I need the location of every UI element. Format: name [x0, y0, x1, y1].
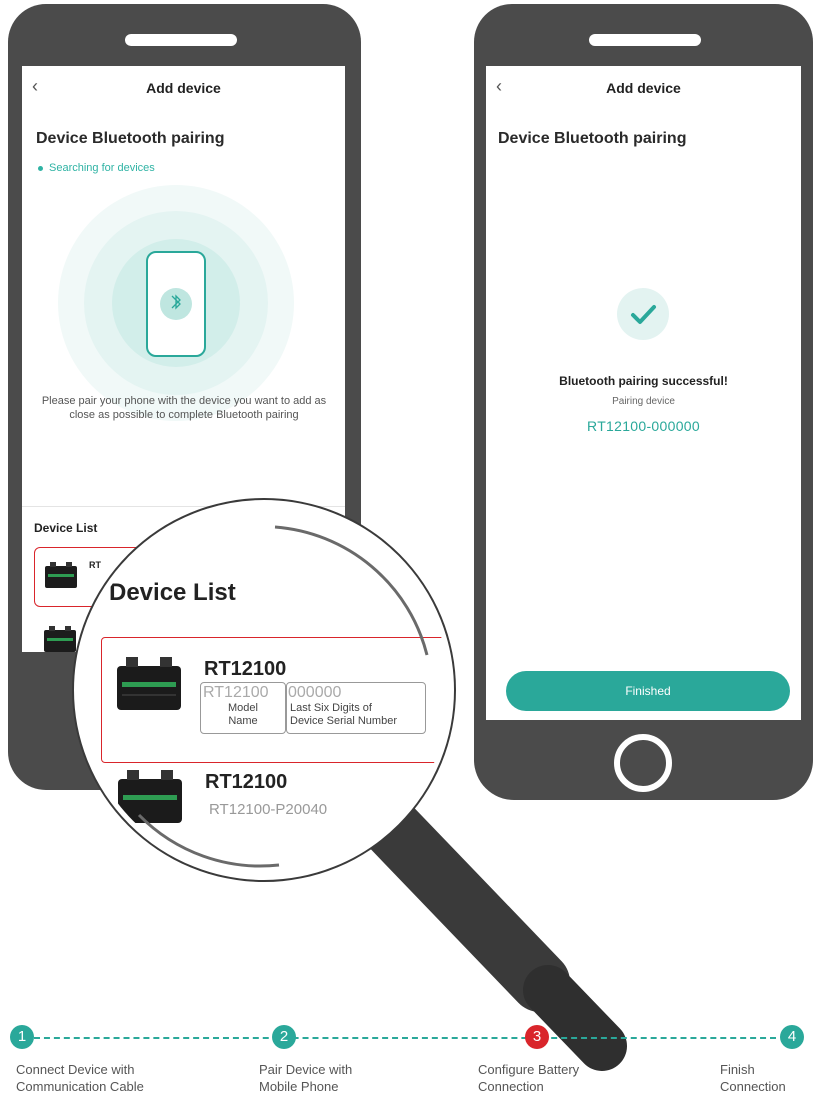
device-name: RT12100	[204, 658, 287, 680]
app-header: ‹ Add device	[486, 66, 801, 108]
search-status: Searching for devices	[38, 162, 155, 174]
step-2-label: Pair Device with Mobile Phone	[259, 1062, 353, 1094]
header-title: Add device	[146, 80, 221, 96]
step-1-label: Connect Device with Communication Cable	[16, 1062, 144, 1094]
speaker-slot	[589, 34, 701, 46]
model-caption: Model Name	[228, 702, 258, 727]
device-name: RT	[89, 560, 101, 570]
success-check-icon	[617, 288, 669, 340]
status-dot-icon	[38, 165, 43, 171]
finished-button[interactable]: Finished	[506, 671, 790, 711]
bluetooth-radar-icon	[58, 185, 294, 421]
right-phone: ‹ Add device Device Bluetooth pairing Bl…	[474, 4, 813, 800]
device-list-item-selected[interactable]: RT12100 RT12100 000000 Model Name Last S…	[101, 637, 449, 763]
step-3-marker: 3	[525, 1025, 549, 1049]
magnifier-lens: Device List RT12100 RT12100 000000 Model…	[74, 500, 454, 880]
battery-icon	[117, 657, 181, 710]
step-2-marker: 2	[272, 1025, 296, 1049]
step-1-marker: 1	[10, 1025, 34, 1049]
battery-icon	[45, 562, 77, 588]
section-title: Device Bluetooth pairing	[498, 130, 687, 147]
device-name: RT12100	[205, 771, 288, 793]
step-4-marker: 4	[780, 1025, 804, 1049]
app-header: ‹ Add device	[22, 66, 345, 108]
chevron-left-icon[interactable]: ‹	[32, 77, 44, 95]
section-title: Device Bluetooth pairing	[36, 130, 225, 147]
battery-icon	[44, 626, 76, 652]
device-model: RT12100-P20040	[209, 801, 328, 818]
steps-connector	[34, 1037, 776, 1039]
device-serial: RT12100-000000	[587, 418, 700, 434]
header-title: Add device	[606, 80, 681, 96]
device-list-title: Device List	[34, 521, 98, 535]
search-status-text: Searching for devices	[49, 162, 155, 174]
serial-caption: Last Six Digits of Device Serial Number	[290, 702, 397, 727]
step-4-label: Finish Connection	[720, 1062, 786, 1094]
home-button[interactable]	[614, 734, 672, 792]
success-title: Bluetooth pairing successful!	[559, 374, 728, 388]
model-part: RT12100	[203, 684, 269, 701]
speaker-slot	[125, 34, 237, 46]
chevron-left-icon[interactable]: ‹	[496, 77, 508, 95]
device-list-title: Device List	[109, 579, 236, 606]
pairing-instructions: Please pair your phone with the device y…	[41, 395, 327, 421]
step-3-label: Configure Battery Connection	[478, 1062, 580, 1094]
pairing-device-label: Pairing device	[612, 396, 675, 407]
serial-part: 000000	[288, 684, 342, 701]
battery-icon	[118, 770, 182, 823]
right-phone-screen: ‹ Add device Device Bluetooth pairing Bl…	[486, 66, 801, 720]
